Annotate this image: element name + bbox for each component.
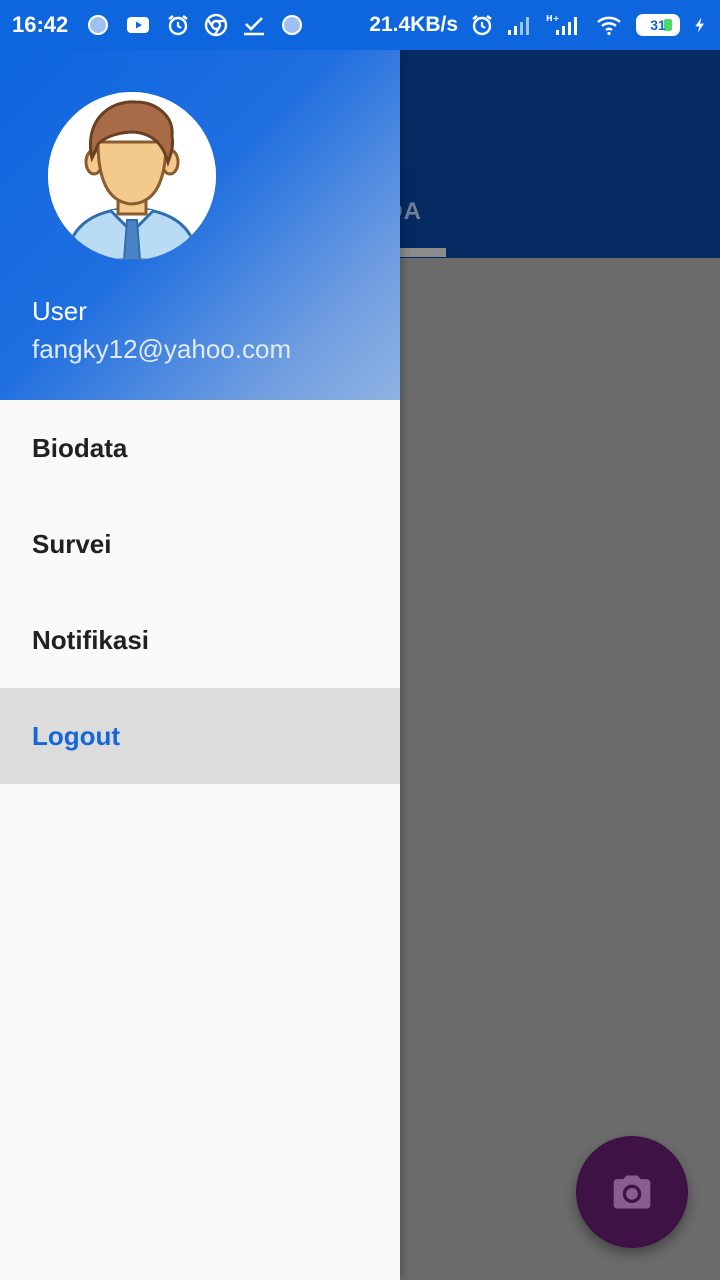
battery-level: 31: [650, 17, 666, 33]
navigation-drawer: User fangky12@yahoo.com Biodata Survei N…: [0, 50, 400, 1280]
wifi-icon: [597, 16, 621, 36]
battery-icon: 31: [636, 14, 680, 36]
user-avatar-icon: [48, 92, 216, 260]
status-time: 16:42: [12, 12, 69, 37]
alarm-icon: [168, 15, 189, 36]
notification-dot-icon: [282, 15, 303, 35]
alarm-icon: [472, 15, 492, 36]
menu-item-biodata[interactable]: Biodata: [0, 400, 400, 496]
download-done-icon: [244, 17, 265, 36]
hplus-signal-icon: H+: [546, 14, 577, 35]
camera-icon: [613, 1175, 651, 1209]
menu-item-survei[interactable]: Survei: [0, 496, 400, 592]
svg-text:H+: H+: [546, 14, 559, 23]
menu-item-notifikasi[interactable]: Notifikasi: [0, 592, 400, 688]
user-email: fangky12@yahoo.com: [32, 334, 292, 364]
status-left-icons: [86, 13, 304, 37]
camera-fab-button[interactable]: [576, 1136, 688, 1248]
status-bar: 16:42 21.4KB/s H+ 31: [0, 0, 720, 50]
network-speed: 21.4KB/s: [369, 13, 458, 36]
signal-icon: [508, 17, 529, 35]
avatar[interactable]: [48, 92, 216, 260]
youtube-icon: [127, 17, 150, 33]
user-name: User: [32, 296, 87, 326]
menu-item-logout[interactable]: Logout: [0, 688, 400, 784]
notification-dot-icon: [88, 15, 109, 35]
drawer-header: User fangky12@yahoo.com: [0, 50, 400, 400]
charging-icon: [695, 17, 704, 33]
chrome-icon: [205, 13, 228, 37]
status-right-icons: 21.4KB/s H+ 31: [369, 13, 708, 37]
drawer-menu: Biodata Survei Notifikasi Logout: [0, 400, 400, 784]
tab-indicator: [396, 248, 446, 257]
